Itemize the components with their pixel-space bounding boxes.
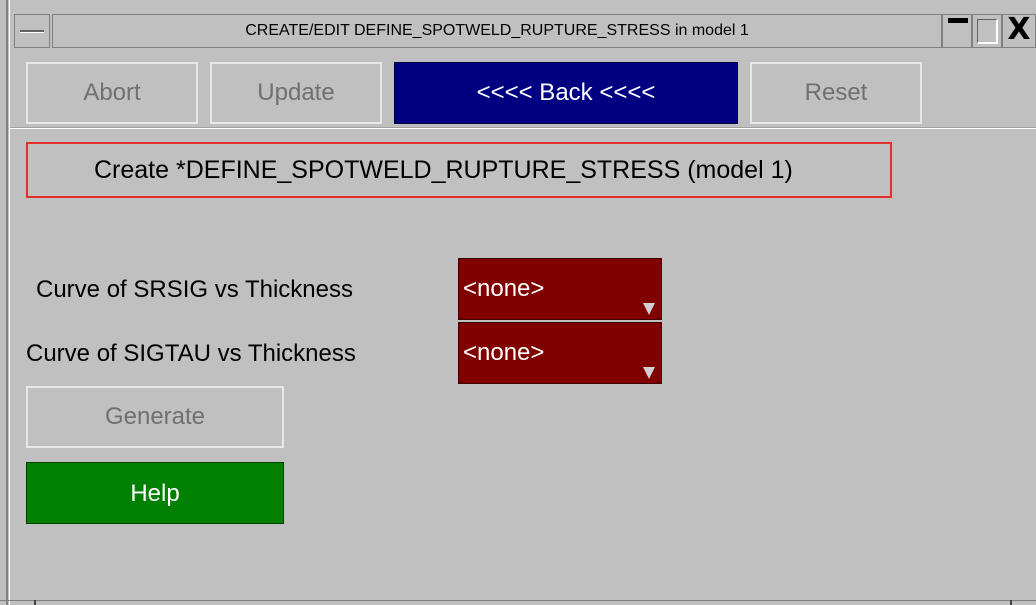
reset-button[interactable]: Reset [750,62,922,124]
generate-button[interactable]: Generate [26,386,284,448]
window-left-border-highlight [9,0,10,605]
window-bottom-border [0,600,1036,601]
sigtau-curve-label: Curve of SIGTAU vs Thickness [26,340,356,367]
dialog-window: CREATE/EDIT DEFINE_SPOTWELD_RUPTURE_STRE… [0,0,1036,605]
minimize-button[interactable] [942,14,972,48]
title-bar[interactable]: CREATE/EDIT DEFINE_SPOTWELD_RUPTURE_STRE… [10,10,1036,50]
page-heading: Create *DEFINE_SPOTWELD_RUPTURE_STRESS (… [94,156,793,184]
srsig-curve-value: <none> [463,275,545,302]
maximize-button[interactable] [972,14,1002,48]
window-title: CREATE/EDIT DEFINE_SPOTWELD_RUPTURE_STRE… [52,14,942,48]
abort-button[interactable]: Abort [26,62,198,124]
dropdown-arrow-icon [643,367,655,379]
dropdown-arrow-icon [643,303,655,315]
window-bottom-tick [34,600,36,605]
srsig-curve-label: Curve of SRSIG vs Thickness [36,276,353,303]
sigtau-curve-select[interactable]: <none> [458,322,662,384]
sigtau-curve-value: <none> [463,339,545,366]
maximize-icon [977,19,998,44]
back-button[interactable]: <<<< Back <<<< [394,62,738,124]
window-menu-icon [20,30,44,32]
window-menu-button[interactable] [14,14,50,48]
toolbar-divider [10,128,1036,129]
update-button[interactable]: Update [210,62,382,124]
srsig-curve-select[interactable]: <none> [458,258,662,320]
help-button[interactable]: Help [26,462,284,524]
close-icon: X [1007,12,1031,47]
close-button[interactable]: X [1002,14,1036,48]
window-left-border [6,0,8,605]
window-bottom-tick [1010,600,1012,605]
minimize-icon [948,18,968,23]
